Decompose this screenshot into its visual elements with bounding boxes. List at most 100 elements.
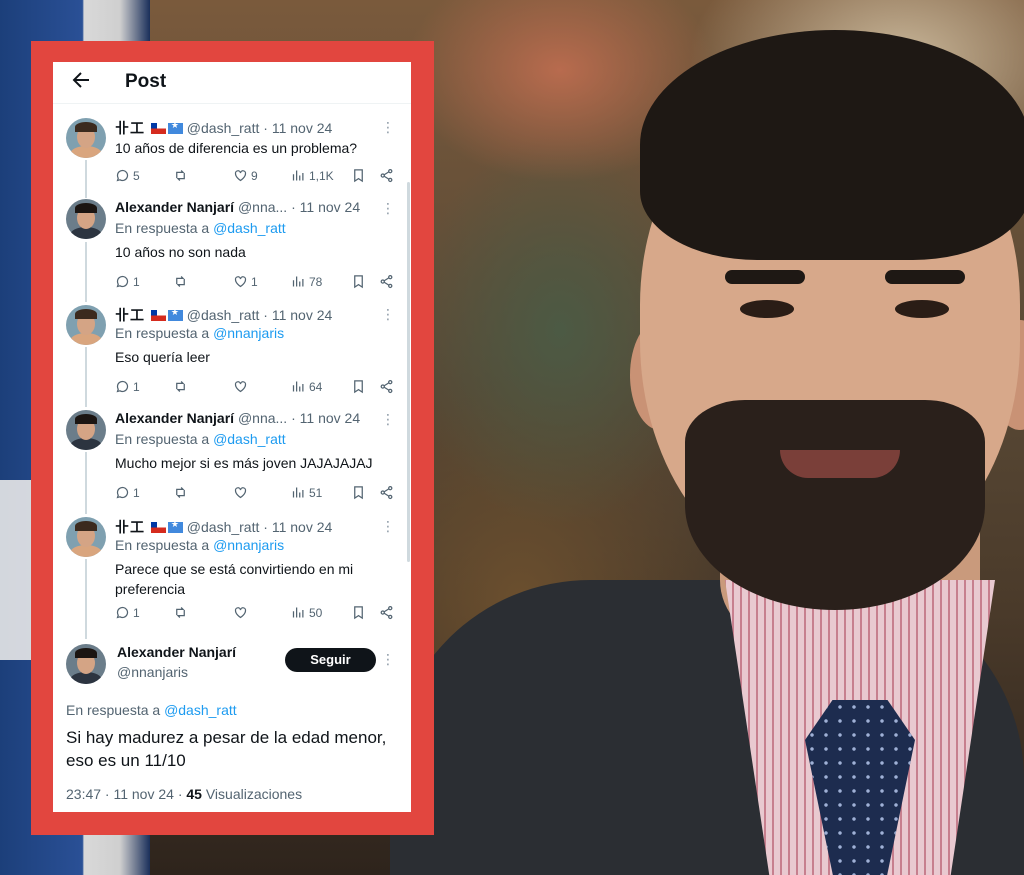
retweet-button[interactable] [173, 485, 188, 500]
more-icon[interactable]: ⋮ [381, 519, 395, 533]
thread-line [85, 242, 87, 302]
retweet-button[interactable] [173, 274, 188, 289]
like-button[interactable]: 1 [233, 274, 258, 289]
views-count: 45 [186, 786, 202, 802]
like-icon [234, 170, 247, 182]
top-bar: Post [53, 62, 411, 104]
views-button[interactable]: 1,1K [291, 168, 334, 183]
bookmark-button[interactable] [351, 168, 366, 183]
reply-prefix: En respuesta a [115, 220, 210, 236]
back-arrow-icon[interactable] [69, 68, 93, 92]
more-icon[interactable]: ⋮ [381, 412, 395, 426]
avatar[interactable] [66, 644, 106, 684]
bookmark-icon [354, 169, 363, 183]
retweet-button[interactable] [173, 379, 188, 394]
tweet-date[interactable]: · 11 nov 24 [263, 120, 332, 136]
author-name[interactable]: Alexander Nanjarí [115, 199, 234, 215]
like-button[interactable] [233, 605, 248, 620]
more-icon[interactable]: ⋮ [381, 652, 395, 666]
views-button[interactable]: 50 [291, 605, 322, 620]
author-handle[interactable]: @nna... [238, 199, 287, 215]
reply-button[interactable]: 1 [115, 485, 140, 500]
bookmark-button[interactable] [351, 485, 366, 500]
retweet-icon [176, 276, 185, 287]
reply-handle-link[interactable]: @dash_ratt [164, 702, 237, 718]
eyebrow-right [885, 270, 965, 284]
tweet-date[interactable]: · 11 nov 24 [263, 519, 332, 535]
author-name[interactable]: 卝工 [115, 120, 145, 136]
post-screenshot: Post 卝工 @dash_ratt · 11 nov 24 ⋮ 10 años… [53, 62, 411, 812]
tweet-header: Alexander Nanjarí @nna... · 11 nov 24 [115, 410, 405, 426]
avatar[interactable] [66, 410, 106, 450]
reply-handle-link[interactable]: @nnanjaris [213, 537, 284, 553]
reply-handle-link[interactable]: @nnanjaris [213, 325, 284, 341]
like-button[interactable] [233, 485, 248, 500]
author-handle[interactable]: @dash_ratt [187, 120, 260, 136]
author-handle[interactable]: @dash_ratt [187, 519, 260, 535]
author-name[interactable]: 卝工 [115, 519, 145, 535]
bookmark-button[interactable] [351, 379, 366, 394]
retweet-icon [176, 381, 185, 392]
avatar[interactable] [66, 118, 106, 158]
bookmark-button[interactable] [351, 605, 366, 620]
reply-handle-link[interactable]: @dash_ratt [213, 431, 286, 447]
author-name[interactable]: Alexander Nanjarí [117, 644, 236, 660]
like-button[interactable] [233, 379, 248, 394]
author-handle[interactable]: @nna... [238, 410, 287, 426]
tweet-text: Parece que se está convirtiendo en mi pr… [115, 561, 354, 597]
reply-prefix: En respuesta a [115, 431, 210, 447]
more-icon[interactable]: ⋮ [381, 307, 395, 321]
retweet-button[interactable] [173, 605, 188, 620]
author-name[interactable]: Alexander Nanjarí [115, 410, 234, 426]
avatar[interactable] [66, 517, 106, 557]
author-handle[interactable]: @dash_ratt [187, 307, 260, 323]
views-button[interactable]: 78 [291, 274, 322, 289]
avatar[interactable] [66, 199, 106, 239]
author-handle[interactable]: @nnanjaris [117, 664, 188, 680]
scrollbar[interactable] [407, 182, 410, 562]
post-text: Si hay madurez a pesar de la edad menor,… [66, 728, 387, 770]
share-button[interactable] [379, 274, 394, 289]
retweet-button[interactable] [173, 168, 188, 183]
like-count: 1 [251, 274, 258, 289]
post-timestamp[interactable]: 23:47 · 11 nov 24 · [66, 786, 182, 802]
tweet-date[interactable]: · 11 nov 24 [291, 410, 360, 426]
reply-button[interactable]: 1 [115, 605, 140, 620]
more-icon[interactable]: ⋮ [381, 201, 395, 215]
thread-line [85, 452, 87, 514]
views-button[interactable]: 64 [291, 379, 322, 394]
reply-context: En respuesta a @dash_ratt [115, 431, 286, 447]
tweet-text: Eso quería leer [115, 349, 210, 365]
tweet-actions: 5 9 1,1K [115, 168, 405, 186]
bookmark-button[interactable] [351, 274, 366, 289]
views-count: 51 [309, 485, 323, 500]
share-icon [380, 274, 393, 289]
share-button[interactable] [379, 168, 394, 183]
beard [685, 400, 985, 610]
share-button[interactable] [379, 605, 394, 620]
share-button[interactable] [379, 379, 394, 394]
tweet-date[interactable]: · 11 nov 24 [291, 199, 360, 215]
like-button[interactable]: 9 [233, 168, 258, 183]
tweet-header: 卝工 @dash_ratt · 11 nov 24 [115, 118, 405, 138]
reply-button[interactable]: 1 [115, 379, 140, 394]
avatar[interactable] [66, 305, 106, 345]
somalia-flag-icon [167, 120, 183, 134]
tweet-header: 卝工 @dash_ratt · 11 nov 24 [115, 517, 405, 537]
reply-icon [116, 606, 129, 619]
thread-line [85, 347, 87, 407]
views-label[interactable]: Visualizaciones [206, 786, 302, 802]
reply-handle-link[interactable]: @dash_ratt [213, 220, 286, 236]
views-button[interactable]: 51 [291, 485, 322, 500]
views-icon [292, 487, 304, 498]
reply-prefix: En respuesta a [115, 537, 210, 553]
reply-count: 5 [133, 168, 140, 183]
reply-button[interactable]: 5 [115, 168, 140, 183]
reply-button[interactable]: 1 [115, 274, 140, 289]
tweet-date[interactable]: · 11 nov 24 [263, 307, 332, 323]
share-button[interactable] [379, 485, 394, 500]
more-icon[interactable]: ⋮ [381, 120, 395, 134]
author-name[interactable]: 卝工 [115, 307, 145, 323]
reply-icon [116, 380, 129, 393]
follow-button[interactable]: Seguir [285, 648, 376, 672]
